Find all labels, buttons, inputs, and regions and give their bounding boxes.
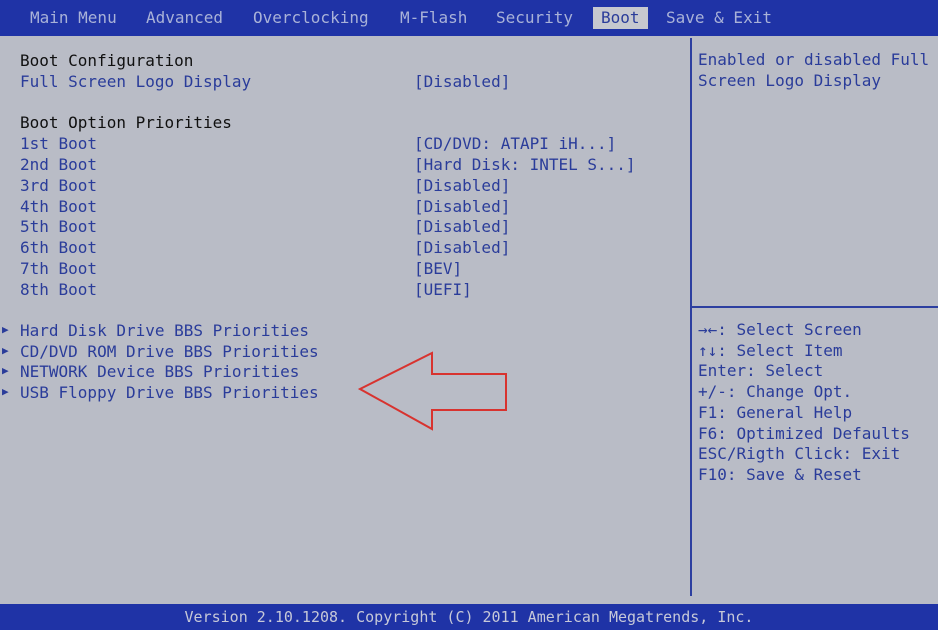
boot-option-label[interactable]: 1st Boot — [20, 133, 97, 154]
menu-boot[interactable]: Boot — [593, 7, 648, 29]
boot-option-value[interactable]: [Disabled] — [414, 216, 510, 237]
boot-option-label[interactable]: 7th Boot — [20, 258, 97, 279]
boot-option-value[interactable]: [UEFI] — [414, 279, 472, 300]
submenu-arrow-icon: ▶ — [2, 385, 9, 398]
boot-option-priorities-heading: Boot Option Priorities — [20, 113, 232, 132]
help-description-line: Screen Logo Display — [698, 71, 882, 90]
boot-option-label[interactable]: 8th Boot — [20, 279, 97, 300]
submenu-arrow-icon: ▶ — [2, 323, 9, 336]
version-footer: Version 2.10.1208. Copyright (C) 2011 Am… — [0, 604, 938, 630]
boot-option-label[interactable]: 5th Boot — [20, 216, 97, 237]
boot-option-value[interactable]: [CD/DVD: ATAPI iH...] — [414, 133, 616, 154]
menu-main[interactable]: Main Menu — [30, 7, 117, 29]
submenu-cd-dvd-bbs[interactable]: CD/DVD ROM Drive BBS Priorities — [20, 341, 319, 362]
boot-option-value[interactable]: [Hard Disk: INTEL S...] — [414, 154, 636, 175]
boot-option-value[interactable]: [Disabled] — [414, 175, 510, 196]
key-help-line: F6: Optimized Defaults — [698, 424, 910, 443]
boot-option-label[interactable]: 3rd Boot — [20, 175, 97, 196]
key-help-line: F1: General Help — [698, 403, 853, 422]
boot-settings-pane: Boot Configuration Full Screen Logo Disp… — [0, 38, 689, 596]
key-help-line: +/-: Change Opt. — [698, 382, 853, 401]
boot-option-label[interactable]: 4th Boot — [20, 196, 97, 217]
horizontal-divider — [692, 306, 938, 308]
menu-security[interactable]: Security — [496, 7, 573, 29]
menu-advanced[interactable]: Advanced — [146, 7, 223, 29]
key-help-line: Enter: Select — [698, 361, 824, 380]
submenu-hard-disk-bbs[interactable]: Hard Disk Drive BBS Priorities — [20, 320, 309, 341]
boot-option-value[interactable]: [Disabled] — [414, 237, 510, 258]
annotation-arrow-icon — [357, 351, 507, 431]
submenu-network-bbs[interactable]: NETWORK Device BBS Priorities — [20, 361, 299, 382]
key-help-line: →←: Select Screen — [698, 320, 862, 339]
boot-option-value[interactable]: [Disabled] — [414, 196, 510, 217]
key-help-line: F10: Save & Reset — [698, 465, 862, 484]
submenu-arrow-icon: ▶ — [2, 364, 9, 377]
submenu-usb-floppy-bbs[interactable]: USB Floppy Drive BBS Priorities — [20, 382, 319, 403]
boot-option-value[interactable]: [BEV] — [414, 258, 462, 279]
menu-m-flash[interactable]: M-Flash — [400, 7, 467, 29]
help-pane: Enabled or disabled Full Screen Logo Dis… — [692, 38, 938, 596]
key-help-line: ESC/Rigth Click: Exit — [698, 444, 901, 463]
boot-option-label[interactable]: 2nd Boot — [20, 154, 97, 175]
boot-configuration-heading: Boot Configuration — [20, 51, 194, 70]
boot-option-label[interactable]: 6th Boot — [20, 237, 97, 258]
submenu-arrow-icon: ▶ — [2, 344, 9, 357]
key-help-line: ↑↓: Select Item — [698, 341, 843, 360]
menu-save-exit[interactable]: Save & Exit — [666, 7, 772, 29]
menu-overclocking[interactable]: Overclocking — [253, 7, 369, 29]
full-screen-logo-label[interactable]: Full Screen Logo Display — [20, 71, 251, 92]
full-screen-logo-value[interactable]: [Disabled] — [414, 71, 510, 92]
help-description-line: Enabled or disabled Full — [698, 50, 930, 69]
top-menu-bar: Main Menu Advanced Overclocking M-Flash … — [0, 0, 938, 36]
